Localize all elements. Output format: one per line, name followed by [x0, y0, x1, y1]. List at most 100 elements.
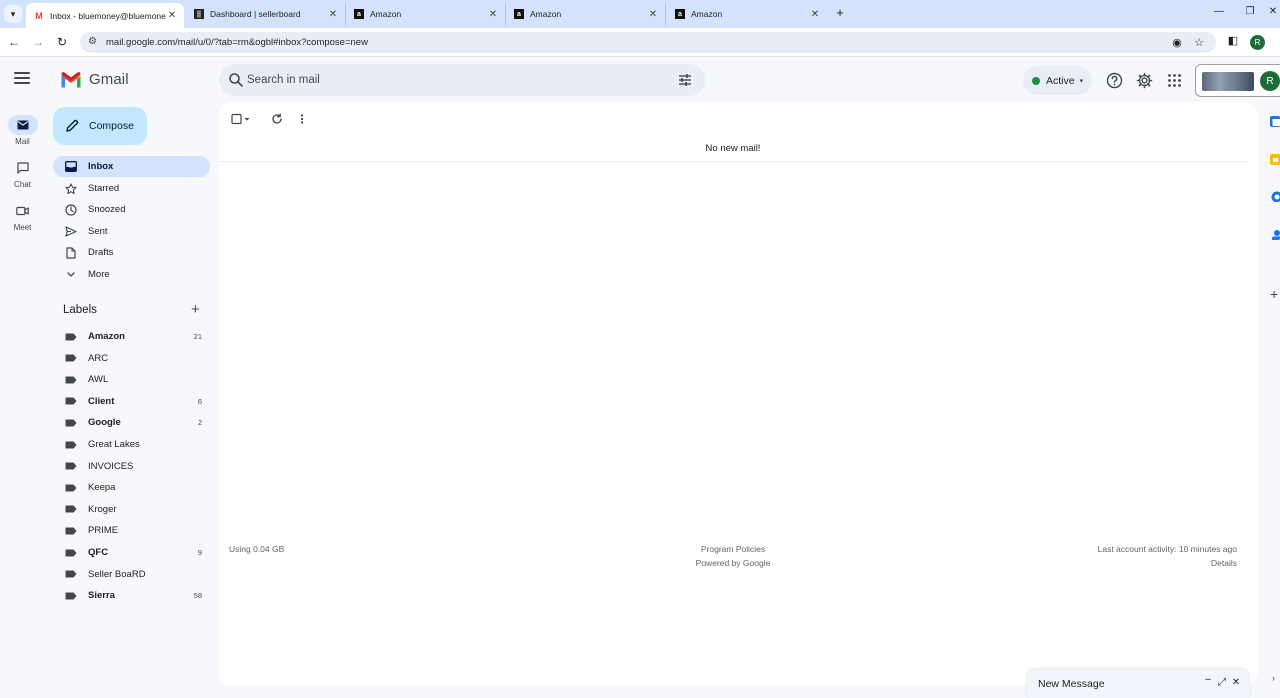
more-vert-icon	[300, 114, 304, 124]
label-item[interactable]: QFC 9	[53, 543, 210, 562]
message-list-panel: No new mail! Using 0.04 GB Program Polic…	[218, 102, 1258, 686]
nav-label: Drafts	[88, 247, 114, 258]
keep-icon[interactable]	[1270, 153, 1280, 165]
expand-compose-button[interactable]: ⤢	[1216, 677, 1228, 688]
close-icon[interactable]: ✕	[809, 9, 821, 20]
browser-tab-amazon-2[interactable]: a Amazon ✕	[506, 3, 666, 25]
details-link[interactable]: Details	[1058, 557, 1237, 571]
label-unread-count: 6	[197, 396, 202, 406]
eye-icon[interactable]: ◉	[1170, 36, 1184, 49]
close-window-button[interactable]: ✕	[1266, 6, 1280, 17]
inbox-icon	[65, 161, 77, 172]
reload-button[interactable]: ↻	[54, 34, 70, 50]
storage-usage[interactable]: Using 0.04 GB	[229, 543, 284, 557]
address-bar[interactable]: ⚙ mail.google.com/mail/u/0/?tab=rm&ogbl#…	[80, 32, 1216, 53]
nav-inbox[interactable]: Inbox	[53, 156, 210, 177]
search-options-icon[interactable]	[677, 72, 693, 88]
bookmark-star-icon[interactable]: ☆	[1192, 36, 1206, 49]
apps-grid-icon[interactable]	[1166, 72, 1183, 89]
label-item[interactable]: Seller BoaRD	[53, 565, 210, 584]
forward-button[interactable]: →	[30, 34, 46, 50]
tab-search-button[interactable]: ▾	[4, 5, 22, 23]
create-label-button[interactable]: +	[191, 302, 200, 317]
settings-gear-icon[interactable]	[1136, 72, 1153, 89]
label-name: PRIME	[88, 525, 119, 537]
minimize-icon: —	[1214, 6, 1224, 17]
label-item[interactable]: Keepa	[53, 478, 210, 497]
tasks-icon[interactable]	[1270, 190, 1280, 202]
close-icon[interactable]: ✕	[166, 10, 178, 21]
new-tab-button[interactable]: +	[834, 6, 846, 20]
back-button[interactable]: ←	[6, 34, 22, 50]
more-options-button[interactable]	[300, 112, 304, 126]
minimize-compose-button[interactable]: –	[1202, 674, 1214, 685]
empty-inbox-message: No new mail!	[705, 143, 761, 154]
tab-title: Amazon	[691, 9, 723, 19]
nav-starred[interactable]: Starred	[53, 178, 210, 199]
search-icon[interactable]	[228, 72, 244, 88]
close-icon: ✕	[1268, 6, 1278, 17]
gmail-logo[interactable]: Gmail	[60, 71, 129, 88]
redacted-account-image	[1202, 72, 1254, 91]
nav-label: Snoozed	[88, 204, 126, 215]
rail-meet[interactable]: Meet	[0, 201, 45, 232]
label-tag-icon	[65, 397, 77, 405]
add-addon-button[interactable]: +	[1270, 288, 1280, 302]
close-compose-button[interactable]: ✕	[1230, 677, 1242, 688]
label-item[interactable]: INVOICES	[53, 457, 210, 476]
nav-label: Starred	[88, 183, 120, 194]
chevron-down-icon: ▾	[10, 8, 16, 19]
label-item[interactable]: Client 6	[53, 392, 210, 411]
label-item[interactable]: AWL	[53, 370, 210, 389]
label-item[interactable]: Google 2	[53, 413, 210, 432]
nav-drafts[interactable]: Drafts	[53, 242, 210, 263]
calendar-icon[interactable]	[1270, 115, 1280, 127]
program-policies-link[interactable]: Program Policies	[683, 543, 783, 557]
url-text: mail.google.com/mail/u/0/?tab=rm&ogbl#in…	[106, 37, 368, 48]
nav-more[interactable]: More	[53, 264, 210, 285]
close-icon[interactable]: ✕	[647, 9, 659, 20]
side-panel-button[interactable]: ◧	[1225, 34, 1241, 47]
search-input[interactable]	[247, 71, 667, 89]
browser-profile-avatar[interactable]: R	[1250, 35, 1265, 50]
contacts-icon[interactable]	[1270, 228, 1280, 240]
browser-tab-gmail[interactable]: M Inbox - bluemoney@bluemone ✕	[26, 3, 184, 28]
help-icon[interactable]	[1106, 72, 1123, 89]
label-item[interactable]: Amazon 21	[53, 327, 210, 346]
compose-button[interactable]: Compose	[53, 107, 147, 145]
nav-snoozed[interactable]: Snoozed	[53, 199, 210, 220]
new-message-window[interactable]: New Message – ⤢ ✕	[1027, 670, 1249, 698]
refresh-button[interactable]	[271, 112, 283, 126]
nav-sent[interactable]: Sent	[53, 221, 210, 242]
sellerboard-favicon: ||	[194, 9, 204, 19]
pencil-icon	[66, 119, 79, 132]
label-tag-icon	[65, 419, 77, 427]
label-item[interactable]: PRIME	[53, 521, 210, 540]
label-unread-count: 2	[197, 418, 202, 428]
rail-chat[interactable]: Chat	[0, 158, 45, 189]
status-selector[interactable]: Active ▾	[1023, 66, 1092, 95]
select-all-checkbox[interactable]	[231, 112, 251, 126]
expand-icon: ⤢	[1218, 677, 1226, 688]
label-item[interactable]: Great Lakes	[53, 435, 210, 454]
browser-tab-amazon-3[interactable]: a Amazon ✕	[667, 3, 827, 25]
label-unread-count: 21	[193, 332, 202, 341]
label-item[interactable]: Sierra 58	[53, 586, 210, 605]
restore-window-button[interactable]: ❐	[1243, 6, 1257, 17]
close-icon[interactable]: ✕	[327, 9, 339, 20]
main-menu-button[interactable]	[14, 72, 30, 86]
checkbox-icon	[231, 113, 250, 125]
tab-title: Amazon	[370, 9, 402, 19]
label-item[interactable]: Kroger	[53, 500, 210, 519]
label-item[interactable]: ARC	[53, 349, 210, 368]
rail-label: Chat	[14, 180, 31, 189]
rail-mail[interactable]: Mail	[0, 115, 45, 146]
browser-tab-sellerboard[interactable]: || Dashboard | sellerboard ✕	[186, 3, 346, 25]
browser-tab-amazon-1[interactable]: a Amazon ✕	[346, 3, 506, 25]
active-status-dot	[1032, 76, 1040, 85]
site-settings-icon[interactable]: ⚙	[88, 36, 97, 47]
minimize-window-button[interactable]: —	[1212, 6, 1226, 17]
chevron-right-icon[interactable]: ›	[1272, 673, 1275, 683]
close-icon[interactable]: ✕	[487, 9, 499, 20]
account-switcher[interactable]: R	[1195, 64, 1280, 97]
